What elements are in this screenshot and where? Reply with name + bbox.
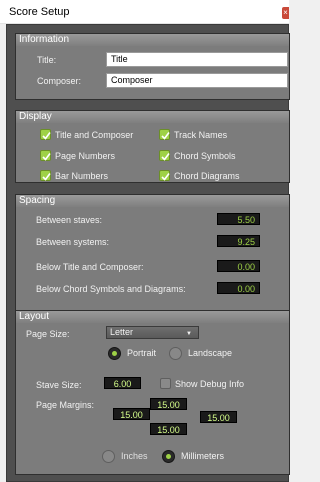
title-field[interactable]: Title xyxy=(106,52,288,67)
display-header: Display xyxy=(16,111,289,123)
millimeters-label: Millimeters xyxy=(181,451,225,461)
show-debug-label: Show Debug Info xyxy=(175,379,245,389)
close-icon: × xyxy=(283,8,288,17)
margin-left-field[interactable]: 15.00 xyxy=(113,408,150,420)
page-size-value: Letter xyxy=(110,327,134,337)
layout-panel: Layout Page Size: Letter ▼ Portrait Land… xyxy=(15,310,290,475)
below-chord-label: Below Chord Symbols and Diagrams: xyxy=(36,284,186,294)
stave-size-label: Stave Size: xyxy=(36,380,82,390)
chord-diagrams-label: Chord Diagrams xyxy=(174,171,240,181)
below-chord-field[interactable]: 0.00 xyxy=(217,282,260,294)
information-panel: Information Title: Title Composer: Compo… xyxy=(15,33,290,100)
inches-label: Inches xyxy=(121,451,148,461)
window-titlebar: Score Setup × xyxy=(0,0,289,24)
chevron-down-icon: ▼ xyxy=(186,331,192,337)
bar-numbers-label: Bar Numbers xyxy=(55,171,109,181)
radio-unselected-icon xyxy=(102,450,115,463)
composer-label: Composer: xyxy=(37,76,82,86)
landscape-label: Landscape xyxy=(188,348,233,358)
radio-unselected-icon xyxy=(169,347,182,360)
title-and-composer-label: Title and Composer xyxy=(55,130,134,140)
below-title-field[interactable]: 0.00 xyxy=(217,260,260,272)
check-icon xyxy=(40,129,51,140)
between-systems-field[interactable]: 9.25 xyxy=(217,235,260,247)
between-staves-label: Between staves: xyxy=(36,215,103,225)
margin-right-field[interactable]: 15.00 xyxy=(200,411,237,423)
check-icon xyxy=(40,150,51,161)
between-staves-field[interactable]: 5.50 xyxy=(217,213,260,225)
check-icon xyxy=(159,150,170,161)
radio-selected-icon xyxy=(162,450,175,463)
check-icon xyxy=(159,170,170,181)
window-title: Score Setup xyxy=(9,6,70,18)
stave-size-field[interactable]: 6.00 xyxy=(104,377,141,389)
title-label: Title: xyxy=(37,55,57,65)
checkbox-empty-icon xyxy=(160,378,171,389)
page-size-label: Page Size: xyxy=(26,329,70,339)
page-numbers-label: Page Numbers xyxy=(55,151,116,161)
between-systems-label: Between systems: xyxy=(36,237,110,247)
dialog-client: Information Title: Title Composer: Compo… xyxy=(6,24,290,482)
track-names-label: Track Names xyxy=(174,130,228,140)
spacing-panel: Spacing Between staves: 5.50 Between sys… xyxy=(15,194,290,327)
layout-header: Layout xyxy=(16,311,289,323)
spacing-header: Spacing xyxy=(16,195,289,207)
close-button[interactable]: × xyxy=(282,7,289,19)
margin-top-field[interactable]: 15.00 xyxy=(150,398,187,410)
margin-bottom-field[interactable]: 15.00 xyxy=(150,423,187,435)
below-title-label: Below Title and Composer: xyxy=(36,262,144,272)
check-icon xyxy=(40,170,51,181)
radio-selected-icon xyxy=(108,347,121,360)
page-size-select[interactable]: Letter ▼ xyxy=(106,326,199,339)
information-header: Information xyxy=(16,34,289,46)
check-icon xyxy=(159,129,170,140)
portrait-label: Portrait xyxy=(127,348,157,358)
display-panel: Display Title and Composer Page Numbers … xyxy=(15,110,290,183)
page-margins-label: Page Margins: xyxy=(36,400,95,410)
chord-symbols-label: Chord Symbols xyxy=(174,151,236,161)
composer-field[interactable]: Composer xyxy=(106,73,288,88)
